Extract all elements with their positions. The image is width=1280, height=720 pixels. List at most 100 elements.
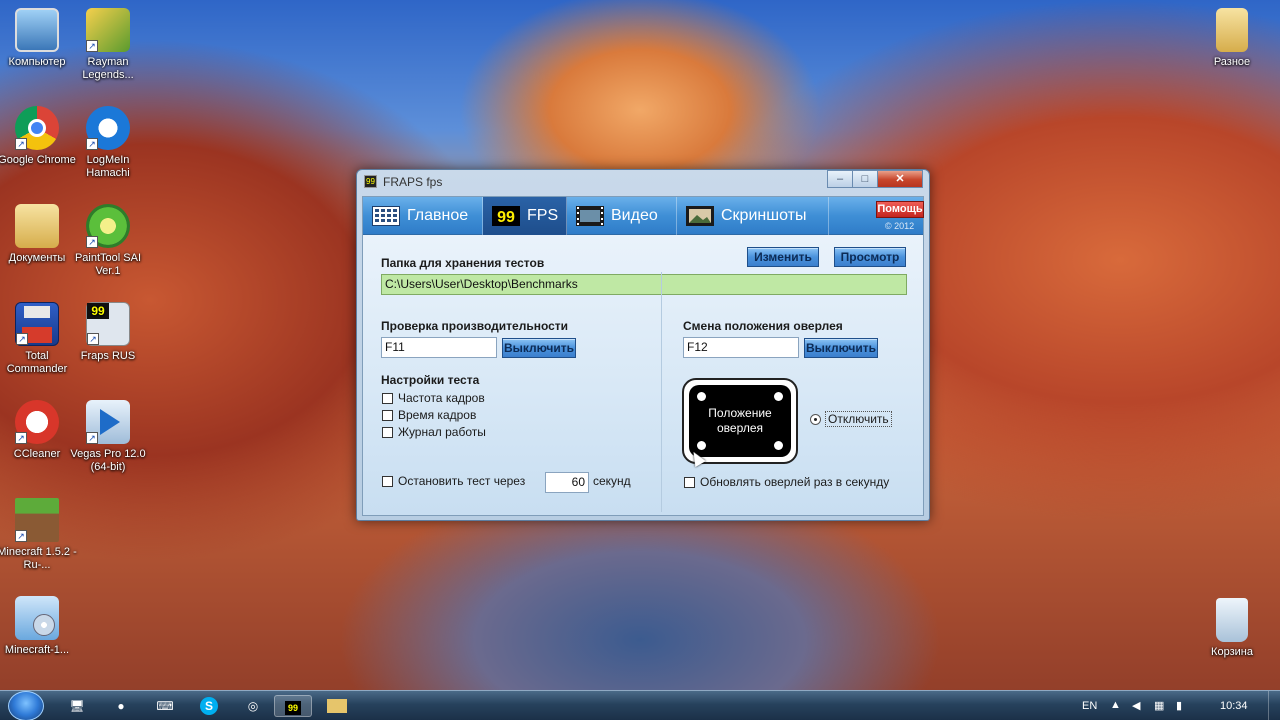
stop-test-label: Остановить тест через: [398, 474, 526, 488]
ccleaner-icon: ↗: [15, 400, 59, 444]
desktop-icon-recycle-bin[interactable]: Корзина: [1191, 598, 1273, 659]
desktop-icon-minecraft-installer[interactable]: Minecraft-1...: [0, 596, 78, 657]
painttool-sai-icon: ↗: [86, 204, 130, 248]
taskbar-computer-icon[interactable]: 🖥: [58, 695, 96, 717]
taskbar-chrome-icon[interactable]: ●: [102, 695, 140, 717]
99-counter-icon: 99: [492, 206, 520, 226]
tab-fps[interactable]: 99 FPS: [483, 197, 567, 235]
network-icon[interactable]: ▦: [1154, 699, 1164, 712]
minecraft-grass-block-icon: ↗: [15, 498, 59, 542]
taskbar-skype-icon[interactable]: S: [190, 695, 228, 717]
show-desktop-button[interactable]: [1268, 691, 1280, 720]
desktop-icon-label: Vegas Pro 12.0 (64-bit): [70, 448, 146, 473]
taskbar-fraps-icon[interactable]: 99: [274, 695, 312, 717]
fraps-app-icon: 99: [364, 175, 377, 188]
floppy-disk-icon: ↗: [15, 302, 59, 346]
desktop-icon-label: Корзина: [1211, 646, 1253, 658]
desktop-icon-label: Minecraft-1...: [4, 644, 70, 656]
taskbar-keyboard-icon[interactable]: ⌨: [146, 695, 184, 717]
tab-label: Главное: [407, 207, 469, 224]
runlog-checkbox[interactable]: [382, 427, 393, 438]
tab-main[interactable]: Главное: [363, 197, 483, 235]
close-button[interactable]: ✕: [877, 170, 923, 188]
folder-label: Папка для хранения тестов: [381, 256, 545, 270]
window-title: FRAPS fps: [383, 175, 443, 189]
overlay-hotkey-field[interactable]: F12: [683, 337, 799, 358]
tab-label: Видео: [611, 207, 658, 224]
disable-overlay-radio-label: Отключить: [825, 411, 892, 427]
show-hidden-icons-icon[interactable]: ▲: [1110, 699, 1121, 711]
desktop-icon-hamachi[interactable]: ↗ LogMeIn Hamachi: [67, 106, 149, 180]
desktop-icon-misc[interactable]: Разное: [1191, 8, 1273, 69]
folder-icon: [1216, 8, 1248, 52]
maximize-button[interactable]: □: [852, 170, 878, 188]
overlay-position-preview: Положение оверлея: [689, 385, 791, 457]
clock[interactable]: 10:34: [1220, 700, 1248, 712]
disable-overlay-radio[interactable]: [810, 414, 821, 425]
folder-path-field[interactable]: C:\Users\User\Desktop\Benchmarks: [381, 274, 907, 295]
taskbar-explorer-icon[interactable]: [318, 695, 356, 717]
desktop-icon-label: Fraps RUS: [80, 350, 136, 362]
computer-icon: [15, 8, 59, 52]
change-folder-button[interactable]: Изменить: [747, 247, 819, 267]
tab-video[interactable]: Видео: [567, 197, 677, 235]
chrome-icon: ↗: [15, 106, 59, 150]
framerate-checkbox-label: Частота кадров: [398, 391, 485, 405]
overlay-hotkey-disable-button[interactable]: Выключить: [804, 338, 878, 358]
hamachi-icon: ↗: [86, 106, 130, 150]
tab-bar: Главное 99 FPS Видео Скриншоты Помощь © …: [363, 197, 924, 235]
update-overlay-checkbox[interactable]: [684, 477, 695, 488]
browse-folder-button[interactable]: Просмотр: [834, 247, 906, 267]
volume-icon[interactable]: ◀: [1132, 699, 1140, 712]
desktop-icon-fraps[interactable]: 99 ↗ Fraps RUS: [67, 302, 149, 363]
runlog-checkbox-label: Журнал работы: [398, 425, 486, 439]
overlay-corner-bottom-right[interactable]: [774, 441, 783, 450]
stop-test-seconds-field[interactable]: 60: [545, 472, 589, 493]
fraps-window: 99 FRAPS fps – □ ✕ Главное 99 FPS Видео …: [356, 169, 930, 521]
seconds-label: секунд: [593, 474, 631, 488]
window-controls: – □ ✕: [827, 170, 923, 188]
start-button[interactable]: [8, 691, 44, 720]
help-button[interactable]: Помощь: [876, 201, 924, 218]
desktop-icon-rayman[interactable]: ↗ Rayman Legends...: [67, 8, 149, 82]
picture-icon: [686, 206, 714, 226]
perf-label: Проверка производительности: [381, 319, 569, 333]
overlay-corner-top-right[interactable]: [774, 392, 783, 401]
grid-icon: [372, 206, 400, 226]
overlay-position-text: Положение оверлея: [708, 406, 772, 435]
power-icon[interactable]: ▮: [1176, 699, 1182, 712]
perf-hotkey-field[interactable]: F11: [381, 337, 497, 358]
desktop-icon-label: Rayman Legends...: [82, 56, 134, 81]
tab-screenshots[interactable]: Скриншоты: [677, 197, 829, 235]
tab-label: Скриншоты: [721, 207, 807, 224]
overlay-corner-top-left[interactable]: [697, 392, 706, 401]
window-client: Главное 99 FPS Видео Скриншоты Помощь © …: [362, 196, 924, 516]
frametime-checkbox[interactable]: [382, 410, 393, 421]
window-titlebar[interactable]: 99 FRAPS fps – □ ✕: [357, 170, 929, 194]
overlay-label: Смена положения оверлея: [683, 319, 843, 333]
system-tray: EN ▲ ◀ ▦ ▮ 10:34: [1080, 691, 1280, 720]
desktop-icon-minecraft[interactable]: ↗ Minecraft 1.5.2 - Ru-...: [0, 498, 78, 572]
taskbar-hamachi-icon[interactable]: ◎: [234, 695, 272, 717]
rayman-icon: ↗: [86, 8, 130, 52]
desktop-icon-label: Разное: [1213, 56, 1251, 68]
stop-test-checkbox[interactable]: [382, 476, 393, 487]
perf-hotkey-disable-button[interactable]: Выключить: [502, 338, 576, 358]
frametime-checkbox-label: Время кадров: [398, 408, 477, 422]
desktop-icon-vegas[interactable]: ↗ Vegas Pro 12.0 (64-bit): [67, 400, 149, 474]
desktop-icon-label: LogMeIn Hamachi: [86, 154, 130, 179]
desktop-icon-label: Minecraft 1.5.2 - Ru-...: [0, 546, 77, 571]
language-indicator[interactable]: EN: [1082, 700, 1097, 712]
minimize-button[interactable]: –: [827, 170, 853, 188]
taskbar: 🖥 ● ⌨ S ◎ 99 EN ▲ ◀ ▦ ▮ 10:34: [0, 690, 1280, 720]
update-overlay-label: Обновлять оверлей раз в секунду: [700, 475, 890, 489]
tab-label: FPS: [527, 207, 559, 224]
desktop-icon-painttool[interactable]: ↗ PaintTool SAI Ver.1: [67, 204, 149, 278]
film-icon: [576, 206, 604, 226]
folder-icon: [15, 204, 59, 248]
fraps-icon: 99 ↗: [86, 302, 130, 346]
framerate-checkbox[interactable]: [382, 393, 393, 404]
desktop-icon-label: PaintTool SAI Ver.1: [74, 252, 142, 277]
column-divider: [661, 272, 662, 512]
test-settings-label: Настройки теста: [381, 373, 480, 387]
